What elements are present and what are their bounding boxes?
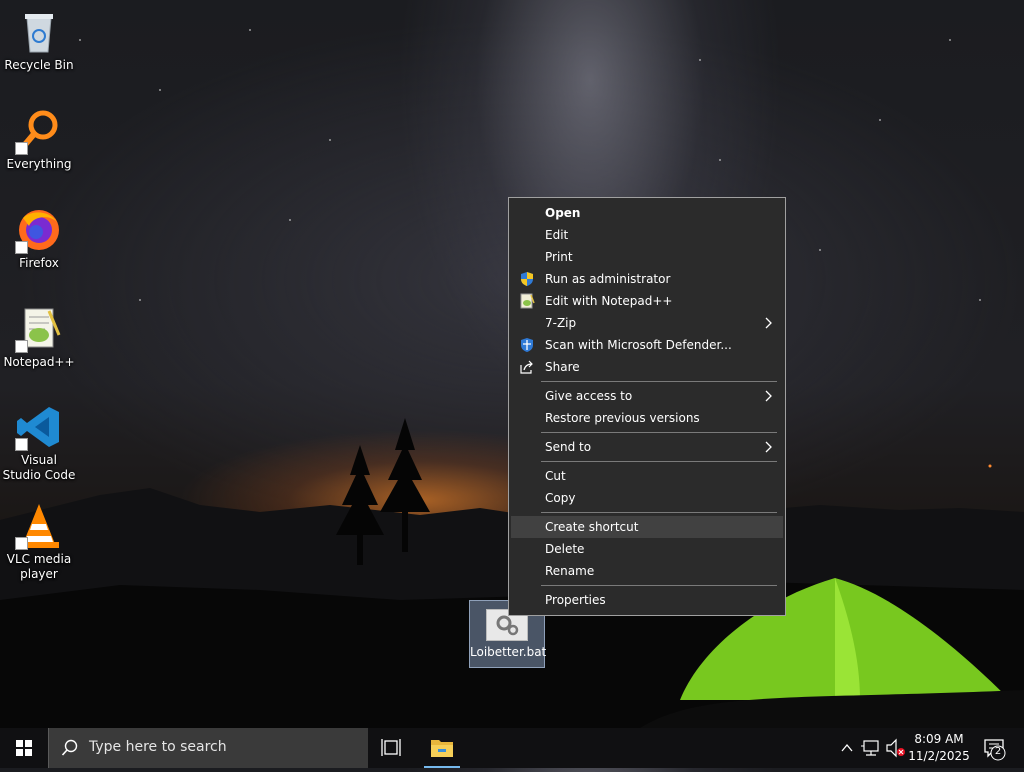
taskbar-search-box[interactable]: Type here to search xyxy=(48,728,368,768)
file-explorer-icon xyxy=(431,740,453,757)
desktop-icon-label: VLC media player xyxy=(6,552,72,581)
menu-separator xyxy=(541,432,777,433)
menu-item-label: Edit xyxy=(545,228,569,242)
chevron-right-icon xyxy=(765,385,773,407)
menu-item-label: Create shortcut xyxy=(545,520,639,534)
menu-item-properties[interactable]: Properties xyxy=(511,589,783,611)
menu-item-share[interactable]: Share xyxy=(511,356,783,378)
menu-item-label: Edit with Notepad++ xyxy=(545,294,673,308)
desktop-icon-label: Everything xyxy=(6,157,72,171)
taskbar: Type here to search 8:09 AM 11/2/2025 2 xyxy=(0,728,1024,768)
menu-item-send-to[interactable]: Send to xyxy=(511,436,783,458)
chevron-right-icon xyxy=(765,312,773,334)
notepad-plus-plus-icon xyxy=(15,305,63,353)
menu-separator xyxy=(541,585,777,586)
vscode-icon xyxy=(15,403,63,451)
menu-item-print[interactable]: Print xyxy=(511,246,783,268)
menu-item-label: Properties xyxy=(545,593,606,607)
desktop-icon-label: Firefox xyxy=(19,256,59,270)
shortcut-arrow-icon xyxy=(15,142,28,155)
menu-item-delete[interactable]: Delete xyxy=(511,538,783,560)
share-icon xyxy=(519,359,535,375)
menu-item-7-zip[interactable]: 7-Zip xyxy=(511,312,783,334)
menu-item-label: Scan with Microsoft Defender... xyxy=(545,338,732,352)
desktop-icon-vscode[interactable]: Visual Studio Code xyxy=(1,403,77,483)
network-status-button[interactable] xyxy=(860,728,882,768)
menu-item-label: Give access to xyxy=(545,389,633,403)
desktop-icon-label: Recycle Bin xyxy=(4,58,74,72)
menu-item-give-access-to[interactable]: Give access to xyxy=(511,385,783,407)
desktop[interactable]: Recycle Bin Everything Firefox Notepad++… xyxy=(0,0,1024,728)
menu-item-scan-with-defender[interactable]: Scan with Microsoft Defender... xyxy=(511,334,783,356)
menu-separator xyxy=(541,461,777,462)
network-icon xyxy=(861,740,879,756)
action-center-button[interactable]: 2 xyxy=(976,728,1016,768)
task-view-button[interactable] xyxy=(368,728,416,768)
menu-item-label: Run as administrator xyxy=(545,272,671,286)
menu-item-open[interactable]: Open xyxy=(511,202,783,224)
shortcut-arrow-icon xyxy=(15,241,28,254)
start-button[interactable] xyxy=(0,728,48,768)
menu-item-edit[interactable]: Edit xyxy=(511,224,783,246)
clock-date: 11/2/2025 xyxy=(908,749,970,763)
menu-separator xyxy=(541,381,777,382)
search-placeholder: Type here to search xyxy=(89,739,227,755)
desktop-icon-recycle-bin[interactable]: Recycle Bin xyxy=(1,8,77,73)
chevron-right-icon xyxy=(765,436,773,458)
menu-item-label: Cut xyxy=(545,469,566,483)
menu-item-label: Send to xyxy=(545,440,592,454)
menu-item-label: 7-Zip xyxy=(545,316,577,330)
menu-item-edit-with-notepad-plus-plus[interactable]: Edit with Notepad++ xyxy=(511,290,783,312)
search-icon xyxy=(61,739,78,756)
menu-item-label: Share xyxy=(545,360,580,374)
show-hidden-icons-button[interactable] xyxy=(838,728,856,768)
menu-item-run-as-administrator[interactable]: Run as administrator xyxy=(511,268,783,290)
menu-separator xyxy=(541,512,777,513)
volume-button[interactable] xyxy=(884,728,908,768)
menu-item-label: Open xyxy=(545,206,581,220)
volume-muted-icon xyxy=(886,738,905,758)
desktop-icon-firefox[interactable]: Firefox xyxy=(1,206,77,271)
clock-button[interactable]: 8:09 AM 11/2/2025 xyxy=(906,728,972,768)
shortcut-arrow-icon xyxy=(15,537,28,550)
chevron-up-icon xyxy=(841,743,853,752)
desktop-icon-everything[interactable]: Everything xyxy=(1,107,77,172)
menu-item-create-shortcut[interactable]: Create shortcut xyxy=(511,516,783,538)
uac-shield-icon xyxy=(519,271,535,287)
notepad-plus-plus-icon xyxy=(519,293,535,309)
menu-item-cut[interactable]: Cut xyxy=(511,465,783,487)
clock-time: 8:09 AM xyxy=(914,732,964,746)
desktop-icon-label: Notepad++ xyxy=(3,355,75,369)
menu-item-label: Copy xyxy=(545,491,576,505)
file-explorer-taskbar-button[interactable] xyxy=(418,728,466,768)
menu-item-label: Print xyxy=(545,250,573,264)
menu-item-rename[interactable]: Rename xyxy=(511,560,783,582)
menu-item-copy[interactable]: Copy xyxy=(511,487,783,509)
desktop-icon-notepad-plus-plus[interactable]: Notepad++ xyxy=(1,305,77,370)
task-view-icon xyxy=(381,739,401,756)
desktop-icon-vlc[interactable]: VLC media player xyxy=(1,502,77,582)
shortcut-arrow-icon xyxy=(15,438,28,451)
menu-item-label: Delete xyxy=(545,542,585,556)
shortcut-arrow-icon xyxy=(15,340,28,353)
desktop-file-label: Loibetter.bat xyxy=(470,645,547,659)
desktop-icon-label: Visual Studio Code xyxy=(2,453,76,482)
notification-count-badge: 2 xyxy=(994,746,1002,757)
defender-shield-icon xyxy=(519,337,535,353)
recycle-bin-icon xyxy=(15,8,63,56)
menu-item-label: Rename xyxy=(545,564,595,578)
menu-item-label: Restore previous versions xyxy=(545,411,700,425)
windows-logo-icon xyxy=(16,740,32,756)
firefox-icon xyxy=(15,206,63,254)
menu-item-restore-previous-versions[interactable]: Restore previous versions xyxy=(511,407,783,429)
context-menu: Open Edit Print Run as administrator Edi… xyxy=(508,197,786,616)
everything-search-icon xyxy=(15,107,63,155)
vlc-icon xyxy=(15,502,63,550)
